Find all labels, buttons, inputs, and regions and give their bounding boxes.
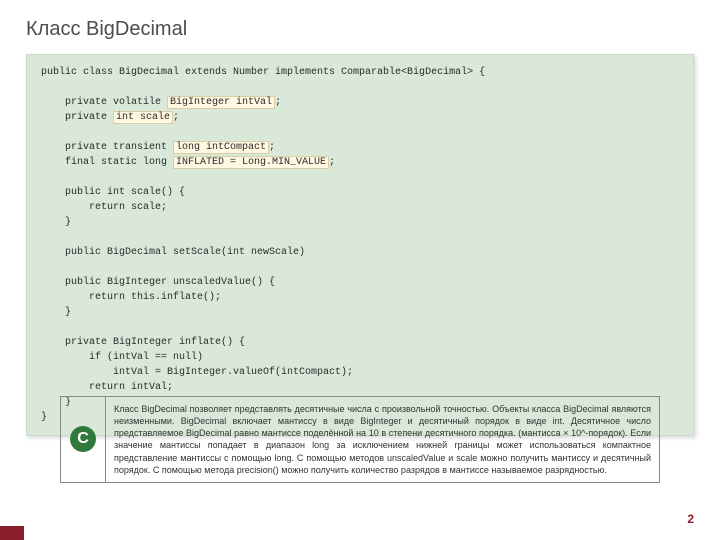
code-line: ; bbox=[173, 112, 179, 123]
page-title: Класс BigDecimal bbox=[26, 18, 187, 41]
info-badge: C bbox=[70, 426, 96, 452]
code-line: return this.inflate(); bbox=[41, 292, 221, 303]
code-line: ; bbox=[269, 142, 275, 153]
code-line: return scale; bbox=[41, 202, 167, 213]
code-line: } bbox=[41, 412, 47, 423]
info-description: Класс BigDecimal позволяет представлять … bbox=[105, 397, 659, 482]
code-line: private BigInteger inflate() { bbox=[41, 337, 245, 348]
info-badge-cell: C bbox=[61, 397, 105, 482]
code-line: public BigInteger unscaledValue() { bbox=[41, 277, 275, 288]
footer-accent bbox=[0, 526, 24, 540]
code-highlight: int scale bbox=[113, 111, 173, 124]
code-line: public int scale() { bbox=[41, 187, 185, 198]
code-line: public class BigDecimal extends Number i… bbox=[41, 67, 485, 78]
code-highlight: BigInteger intVal bbox=[167, 96, 275, 109]
code-block: public class BigDecimal extends Number i… bbox=[26, 54, 694, 436]
code-line: if (intVal == null) bbox=[41, 352, 203, 363]
code-line: private transient bbox=[41, 142, 173, 153]
code-line: intVal = BigInteger.valueOf(intCompact); bbox=[41, 367, 353, 378]
code-line: public BigDecimal setScale(int newScale) bbox=[41, 247, 305, 258]
page-number: 2 bbox=[687, 512, 694, 526]
info-box: C Класс BigDecimal позволяет представлят… bbox=[60, 396, 660, 483]
code-line: private bbox=[41, 112, 113, 123]
code-line: } bbox=[41, 307, 71, 318]
code-line: ; bbox=[329, 157, 335, 168]
code-highlight: INFLATED = Long.MIN_VALUE bbox=[173, 156, 329, 169]
code-line: ; bbox=[275, 97, 281, 108]
code-line: final static long bbox=[41, 157, 173, 168]
code-line: return intVal; bbox=[41, 382, 173, 393]
code-line: } bbox=[41, 217, 71, 228]
code-line: private volatile bbox=[41, 97, 167, 108]
code-highlight: long intCompact bbox=[173, 141, 269, 154]
